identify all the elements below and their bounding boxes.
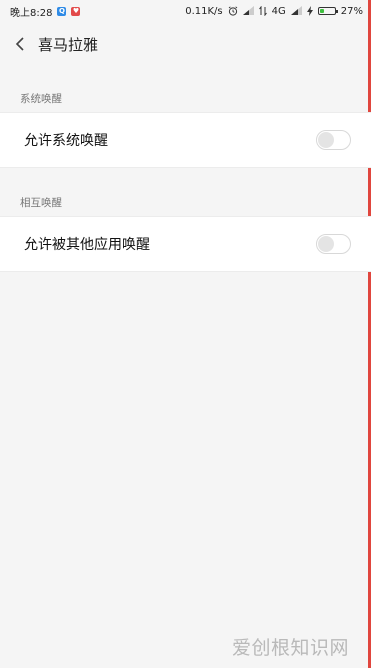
setting-row-allow-other-apps-wake[interactable]: 允许被其他应用唤醒: [0, 216, 371, 272]
status-bar: 晚上8:28 Q ♥ 0.11K/s 4G 27%: [0, 0, 371, 22]
allow-other-apps-wake-toggle[interactable]: [316, 234, 351, 254]
network-type: 4G: [271, 5, 286, 17]
network-speed: 0.11K/s: [185, 5, 223, 17]
toggle-knob: [318, 132, 334, 148]
watermark-text: 爱创根知识网: [231, 637, 349, 659]
toggle-knob: [318, 236, 334, 252]
setting-row-allow-system-wake[interactable]: 允许系统唤醒: [0, 112, 371, 168]
signal-icon: [290, 6, 302, 17]
allow-system-wake-toggle[interactable]: [316, 130, 351, 150]
app-header: 喜马拉雅: [0, 22, 371, 66]
setting-label: 允许系统唤醒: [24, 133, 108, 149]
battery-percent: 27%: [340, 5, 363, 17]
section-label-system-wake: 系统唤醒: [20, 93, 62, 105]
signal-icon: [242, 6, 254, 17]
blue-app-notification-icon: Q: [57, 6, 67, 16]
page-title: 喜马拉雅: [38, 35, 99, 54]
red-app-notification-icon: ♥: [71, 6, 81, 16]
back-button[interactable]: [2, 22, 38, 66]
charging-icon: [306, 5, 313, 17]
alarm-icon: [228, 5, 238, 17]
status-time: 晚上8:28: [10, 7, 53, 19]
battery-icon: [317, 7, 338, 15]
setting-label: 允许被其他应用唤醒: [24, 237, 150, 253]
data-arrows-icon: [258, 5, 267, 17]
section-label-mutual-wake: 相互唤醒: [20, 197, 62, 209]
chevron-left-icon: [15, 37, 24, 51]
